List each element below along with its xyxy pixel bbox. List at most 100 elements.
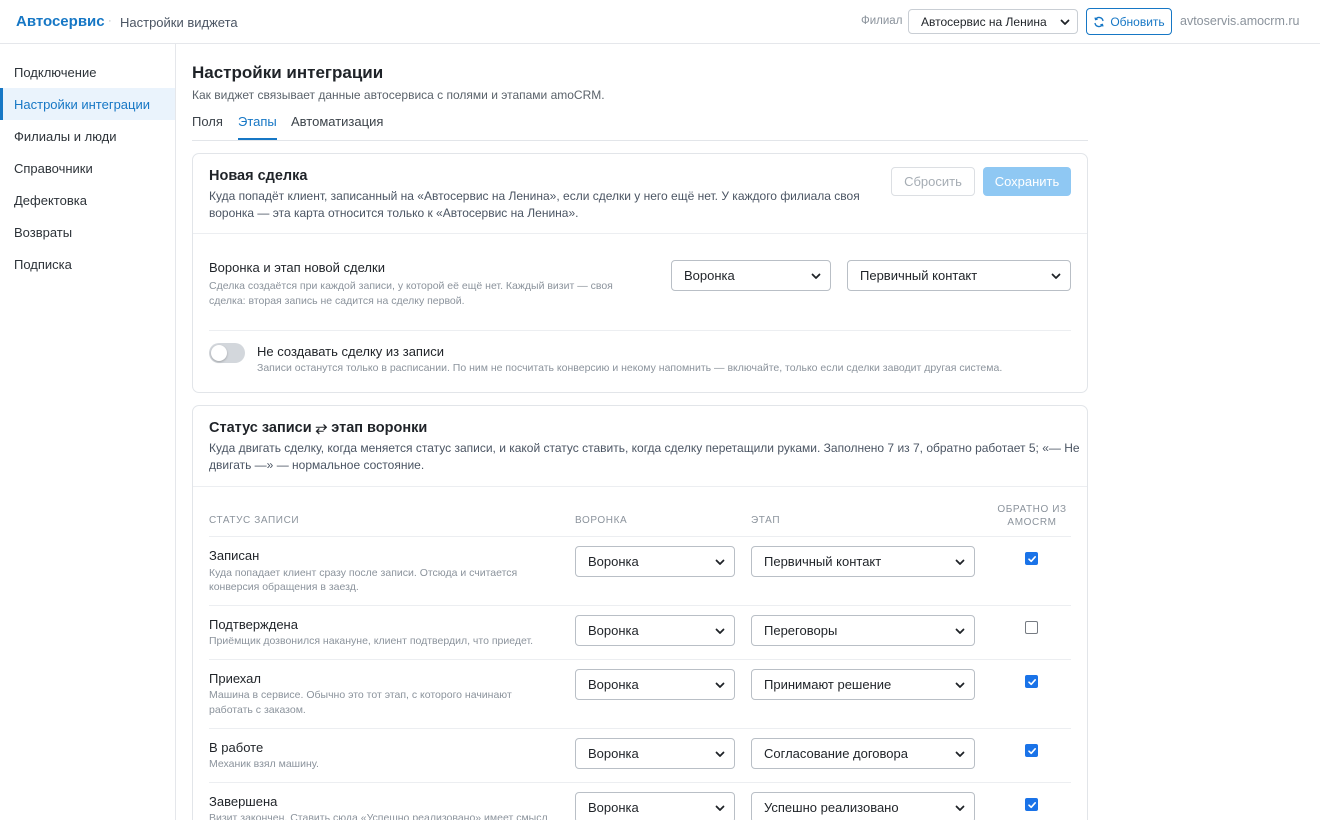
new-deal-funnel-hint-line2: сделка: вторая запись не садится на сдел…: [209, 295, 465, 307]
row-funnel-value: Воронка: [588, 746, 639, 761]
new-deal-funnel-value: Воронка: [684, 268, 735, 283]
row-status-label: Подтверждена: [209, 617, 298, 632]
tab-fields[interactable]: Поля: [192, 114, 223, 138]
chevron-down-icon: [715, 805, 725, 811]
sidebar-item-subscription[interactable]: Подписка: [0, 248, 175, 280]
new-deal-description-line2: воронка — эта карта относится только к «…: [209, 206, 579, 220]
sidebar-item-directories[interactable]: Справочники: [0, 152, 175, 184]
new-deal-funnel-select[interactable]: Воронка: [671, 260, 831, 291]
status-map-description-line2: двигать —» — нормальное состояние.: [209, 458, 425, 472]
brand-logo[interactable]: Автосервис: [16, 13, 105, 30]
save-button[interactable]: Сохранить: [983, 167, 1071, 196]
row-stage-select[interactable]: Переговоры: [751, 615, 975, 646]
row-status-hint-line1: Приёмщик дозвонился накануне, клиент под…: [209, 635, 534, 647]
row-back-checkbox[interactable]: [1025, 621, 1038, 634]
chevron-down-icon: [955, 559, 965, 565]
tab-automation[interactable]: Автоматизация: [291, 114, 383, 138]
check-icon: [1027, 678, 1036, 685]
sidebar-item-defects[interactable]: Дефектовка: [0, 184, 175, 216]
row-stage-select[interactable]: Согласование договора: [751, 738, 975, 769]
no-deal-toggle[interactable]: [209, 343, 245, 363]
row-funnel-select[interactable]: Воронка: [575, 546, 735, 577]
row-funnel-value: Воронка: [588, 800, 639, 815]
sidebar-item-label: Возвраты: [14, 224, 73, 240]
top-bar: Автосервис · Настройки виджета Филиал Ав…: [0, 0, 1320, 44]
row-status-hint-line2: конверсия обращения в заезд.: [209, 581, 359, 593]
row-back-checkbox[interactable]: [1025, 675, 1038, 688]
row-stage-select[interactable]: Принимают решение: [751, 669, 975, 700]
row-funnel-select[interactable]: Воронка: [575, 615, 735, 646]
sidebar-item-returns[interactable]: Возвраты: [0, 216, 175, 248]
row-status-hint-line2: работать с заказом.: [209, 704, 306, 716]
row-status-label: Приехал: [209, 671, 261, 686]
new-deal-stage-select[interactable]: Первичный контакт: [847, 260, 1071, 291]
title-separator: ·: [108, 15, 112, 27]
reset-button[interactable]: Сбросить: [891, 167, 975, 196]
chevron-down-icon: [1051, 273, 1061, 279]
chevron-down-icon: [715, 682, 725, 688]
column-header-back-line2: amoCRM: [1007, 517, 1057, 528]
row-funnel-value: Воронка: [588, 554, 639, 569]
column-header-back-line1: Обратно из: [997, 504, 1067, 515]
check-icon: [1027, 801, 1036, 808]
row-back-checkbox[interactable]: [1025, 798, 1038, 811]
row-stage-value: Согласование договора: [764, 746, 908, 761]
sidebar-item-branches-people[interactable]: Филиалы и люди: [0, 120, 175, 152]
row-stage-select[interactable]: Первичный контакт: [751, 546, 975, 577]
new-deal-stage-value: Первичный контакт: [860, 268, 978, 283]
divider: [209, 330, 1071, 331]
refresh-icon: [1094, 16, 1104, 27]
sidebar: Подключение Настройки интеграции Филиалы…: [0, 44, 176, 820]
sidebar-item-label: Филиалы и люди: [14, 128, 117, 144]
row-funnel-select[interactable]: Воронка: [575, 738, 735, 769]
refresh-button-label: Обновить: [1110, 14, 1165, 29]
row-status-hint-line1: Визит закончен. Ставить сюда «Успешно ре…: [209, 812, 548, 820]
chevron-down-icon: [811, 273, 821, 279]
row-status-label: Записан: [209, 548, 260, 563]
tab-stages[interactable]: Этапы: [238, 114, 277, 140]
branch-select[interactable]: Автосервис на Ленина: [908, 9, 1078, 34]
chevron-down-icon: [955, 805, 965, 811]
sidebar-item-label: Настройки интеграции: [14, 96, 151, 112]
check-icon: [1027, 747, 1036, 754]
new-deal-funnel-label: Воронка и этап новой сделки: [209, 260, 385, 275]
row-stage-select[interactable]: Успешно реализовано: [751, 792, 975, 820]
row-funnel-select[interactable]: Воронка: [575, 669, 735, 700]
divider: [193, 486, 1087, 487]
chevron-down-icon: [715, 751, 725, 757]
status-map-description-line1: Куда двигать сделку, когда меняется стат…: [209, 441, 1080, 455]
divider: [209, 728, 1071, 729]
status-map-title: Статус записи ⥂ этап воронки: [209, 420, 428, 436]
chevron-down-icon: [955, 751, 965, 757]
row-funnel-select[interactable]: Воронка: [575, 792, 735, 820]
section-title: Настройки интеграции: [192, 63, 384, 82]
row-back-checkbox[interactable]: [1025, 744, 1038, 757]
sidebar-item-label: Дефектовка: [14, 192, 87, 208]
tab-bar: Поля Этапы Автоматизация: [192, 107, 1088, 141]
sidebar-item-label: Справочники: [14, 160, 93, 176]
row-status-label: В работе: [209, 740, 264, 755]
check-icon: [1027, 555, 1036, 562]
row-back-checkbox[interactable]: [1025, 552, 1038, 565]
refresh-button[interactable]: Обновить: [1086, 8, 1172, 35]
new-deal-description-line1: Куда попадёт клиент, записанный на «Авто…: [209, 189, 860, 203]
divider: [209, 605, 1071, 606]
sidebar-item-connection[interactable]: Подключение: [0, 56, 175, 88]
new-deal-funnel-hint-line1: Сделка создаётся при каждой записи, у ко…: [209, 280, 613, 292]
page-title: Настройки виджета: [120, 15, 238, 30]
row-status-hint-line1: Куда попадает клиент сразу после записи.…: [209, 567, 518, 579]
divider: [209, 782, 1071, 783]
chevron-down-icon: [955, 628, 965, 634]
column-header-funnel: Воронка: [575, 515, 628, 526]
branch-label: Филиал: [861, 15, 903, 27]
sidebar-item-label: Подписка: [14, 256, 72, 272]
row-funnel-value: Воронка: [588, 677, 639, 692]
account-domain: avtoservis.amocrm.ru: [1180, 14, 1300, 28]
chevron-down-icon: [955, 682, 965, 688]
sidebar-item-integration-settings[interactable]: Настройки интеграции: [0, 88, 175, 120]
row-funnel-value: Воронка: [588, 623, 639, 638]
row-status-label: Завершена: [209, 794, 278, 809]
branch-select-value: Автосервис на Ленина: [921, 14, 1047, 29]
column-header-status: Статус записи: [209, 515, 300, 526]
new-deal-card: Новая сделка Куда попадёт клиент, записа…: [192, 153, 1088, 393]
